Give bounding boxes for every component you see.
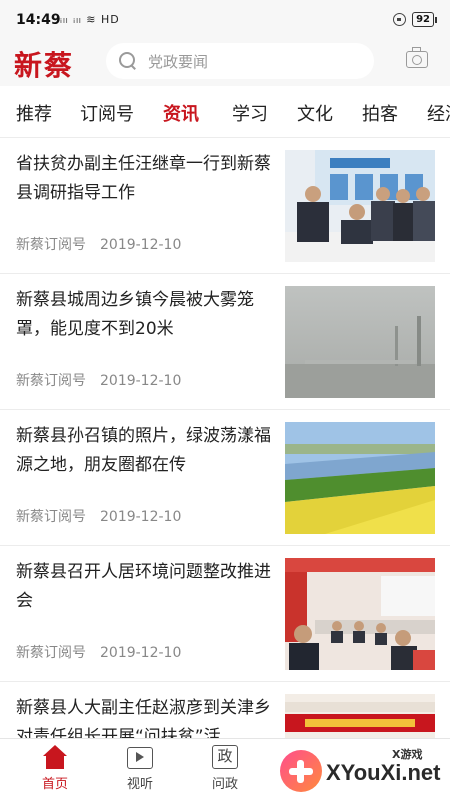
- category-tabs: 推荐 订阅号 资讯 学习 文化 拍客 经济: [0, 86, 450, 138]
- nav-media[interactable]: 视听: [110, 745, 170, 792]
- status-right: 92: [393, 12, 437, 27]
- tv-icon: [127, 747, 153, 769]
- news-date: 2019-12-10: [100, 509, 182, 525]
- watermark-text: XYouXi.net: [326, 760, 441, 785]
- news-date: 2019-12-10: [100, 373, 182, 389]
- news-thumbnail: [285, 150, 435, 262]
- news-title: 省扶贫办副主任汪继章一行到新蔡县调研指导工作: [16, 154, 271, 203]
- news-source: 新蔡订阅号: [16, 509, 86, 525]
- tab-culture[interactable]: 文化: [297, 100, 333, 126]
- battery-icon: 92: [412, 12, 437, 27]
- tab-news[interactable]: 资讯: [163, 100, 199, 126]
- news-source: 新蔡订阅号: [16, 645, 86, 661]
- news-meta: 新蔡订阅号 2019-12-10: [16, 370, 181, 390]
- status-time: 14:49: [16, 12, 61, 28]
- news-title: 新蔡县召开人居环境问题整改推进会: [16, 562, 271, 611]
- news-title: 新蔡县孙召镇的照片，绿波荡漾福源之地，朋友圈都在传: [16, 426, 271, 475]
- camera-icon[interactable]: [406, 47, 428, 68]
- tab-study[interactable]: 学习: [232, 100, 268, 126]
- tab-subscriptions[interactable]: 订阅号: [80, 100, 134, 126]
- tab-photographer[interactable]: 拍客: [362, 100, 398, 126]
- signal-icons: ᵢₗₗ ᵢₗₗ ≋ HD: [60, 13, 120, 26]
- lock-icon: [393, 13, 407, 26]
- news-thumbnail: [285, 286, 435, 398]
- nav-home[interactable]: 首页: [25, 745, 85, 792]
- search-icon: [118, 51, 138, 71]
- news-item[interactable]: 新蔡县人大副主任赵淑彦到关津乡对责任组长开展“问扶贫”活: [0, 682, 450, 738]
- nav-media-label: 视听: [126, 777, 153, 792]
- search-placeholder: 党政要闻: [148, 52, 209, 71]
- news-meta: 新蔡订阅号 2019-12-10: [16, 234, 181, 254]
- search-input[interactable]: 党政要闻: [106, 43, 374, 79]
- news-meta: 新蔡订阅号 2019-12-10: [16, 506, 181, 526]
- news-title: 新蔡县人大副主任赵淑彦到关津乡对责任组长开展“问扶贫”活: [16, 698, 271, 738]
- app-header: 新蔡 党政要闻: [0, 40, 450, 86]
- news-date: 2019-12-10: [100, 237, 182, 253]
- site-watermark: X游戏 XYouXi.net: [274, 742, 446, 798]
- nav-politics[interactable]: 政 问政: [195, 745, 255, 792]
- news-thumbnail: [285, 694, 435, 738]
- news-thumbnail: [285, 558, 435, 670]
- app-logo: 新蔡: [14, 49, 75, 82]
- tab-recommend[interactable]: 推荐: [16, 100, 52, 126]
- news-source: 新蔡订阅号: [16, 373, 86, 389]
- news-item[interactable]: 新蔡县召开人居环境问题整改推进会 新蔡订阅号 2019-12-10: [0, 546, 450, 682]
- nav-politics-label: 问政: [211, 777, 238, 792]
- news-date: 2019-12-10: [100, 645, 182, 661]
- zheng-icon: 政: [212, 745, 238, 769]
- gamepad-logo-icon: [280, 750, 322, 792]
- nav-home-label: 首页: [41, 777, 68, 792]
- home-icon: [42, 745, 68, 769]
- news-item[interactable]: 新蔡县孙召镇的照片，绿波荡漾福源之地，朋友圈都在传 新蔡订阅号 2019-12-1…: [0, 410, 450, 546]
- news-item[interactable]: 省扶贫办副主任汪继章一行到新蔡县调研指导工作 新蔡订阅号 2019-12-10: [0, 138, 450, 274]
- news-thumbnail: [285, 422, 435, 534]
- news-title: 新蔡县城周边乡镇今晨被大雾笼罩，能见度不到20米: [16, 290, 254, 339]
- news-meta: 新蔡订阅号 2019-12-10: [16, 642, 181, 662]
- status-bar: 14:49 ᵢₗₗ ᵢₗₗ ≋ HD 92: [0, 0, 450, 40]
- news-source: 新蔡订阅号: [16, 237, 86, 253]
- tab-economy[interactable]: 经济: [427, 100, 450, 126]
- news-item[interactable]: 新蔡县城周边乡镇今晨被大雾笼罩，能见度不到20米 新蔡订阅号 2019-12-10: [0, 274, 450, 410]
